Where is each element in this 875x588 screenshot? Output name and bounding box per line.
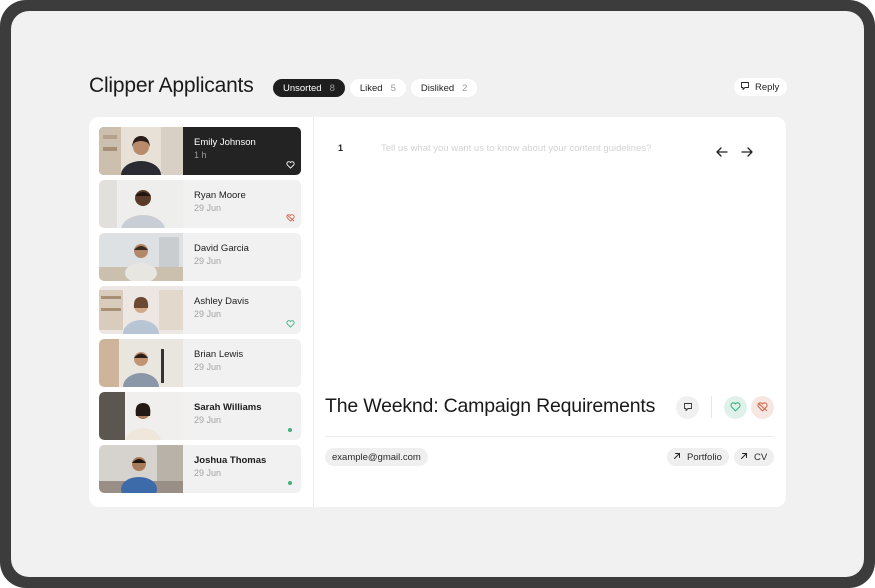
device-frame: Clipper Applicants Unsorted 8 Liked 5 Di… [0, 0, 875, 588]
applicant-list: Emily Johnson 1 h Ryan Moore 29 Jun Davi… [99, 127, 301, 498]
tab-label: Unsorted [283, 82, 322, 94]
applicant-date: 29 Jun [194, 468, 222, 478]
applicant-date: 29 Jun [194, 256, 222, 266]
applicant-item-david-garcia[interactable]: David Garcia 29 Jun [99, 233, 301, 281]
applicant-video-thumbnail [99, 286, 183, 334]
filter-tabs: Unsorted 8 Liked 5 Disliked 2 [273, 79, 478, 97]
applicant-item-emily-johnson[interactable]: Emily Johnson 1 h [99, 127, 301, 175]
heart-icon [730, 399, 741, 417]
email-chip[interactable]: example@gmail.com [325, 448, 428, 466]
reply-label: Reply [755, 81, 780, 93]
dislike-button[interactable] [751, 396, 774, 419]
heart-broken-icon [757, 399, 768, 417]
question-number: 1 [338, 143, 344, 153]
portfolio-label: Portfolio [687, 451, 722, 463]
applicant-name: Ashley Davis [194, 296, 249, 307]
tab-count: 2 [462, 82, 468, 94]
applicant-video-thumbnail [99, 180, 183, 228]
arrow-right-icon[interactable] [740, 145, 754, 157]
unread-dot-icon [285, 478, 295, 488]
applicant-item-ryan-moore[interactable]: Ryan Moore 29 Jun [99, 180, 301, 228]
tab-label: Disliked [420, 82, 455, 94]
tab-disliked[interactable]: Disliked 2 [410, 79, 478, 97]
arrow-up-right-icon [740, 452, 748, 463]
reply-button[interactable]: Reply [734, 78, 788, 96]
applicant-video-thumbnail [99, 445, 183, 493]
comment-icon [740, 81, 750, 94]
applicant-video-thumbnail [99, 392, 183, 440]
heart-outline-icon[interactable] [285, 160, 295, 170]
applicant-name: Sarah Williams [194, 402, 262, 413]
applicant-item-ashley-davis[interactable]: Ashley Davis 29 Jun [99, 286, 301, 334]
tab-label: Liked [359, 82, 383, 94]
applicant-date: 29 Jun [194, 362, 222, 372]
applicant-item-joshua-thomas[interactable]: Joshua Thomas 29 Jun [99, 445, 301, 493]
tab-unsorted[interactable]: Unsorted 8 [273, 79, 345, 97]
divider [313, 117, 314, 507]
tab-liked[interactable]: Liked 5 [349, 79, 406, 97]
page-title: Clipper Applicants [89, 74, 254, 97]
arrow-up-right-icon [673, 452, 681, 463]
cv-link[interactable]: CV [734, 448, 775, 466]
divider [711, 396, 712, 418]
comment-button[interactable] [676, 396, 699, 419]
applicant-video-thumbnail [99, 339, 183, 387]
applicant-name: Brian Lewis [194, 349, 244, 360]
tab-count: 5 [390, 82, 396, 94]
like-button[interactable] [724, 396, 747, 419]
campaign-title: The Weeknd: Campaign Requirements [325, 395, 656, 417]
applicant-name: Ryan Moore [194, 190, 246, 201]
applicant-video-thumbnail [99, 233, 183, 281]
tab-count: 8 [329, 82, 335, 94]
app-screen: Clipper Applicants Unsorted 8 Liked 5 Di… [11, 11, 864, 577]
cv-label: CV [754, 451, 768, 463]
comment-icon [683, 399, 693, 417]
applicant-name: Emily Johnson [194, 137, 256, 148]
applicant-date: 29 Jun [194, 415, 222, 425]
applicant-date: 29 Jun [194, 309, 222, 319]
heart-broken-icon[interactable] [285, 213, 295, 223]
applicant-video-thumbnail [99, 127, 183, 175]
divider [325, 436, 774, 437]
applicant-date: 29 Jun [194, 203, 222, 213]
applicant-name: Joshua Thomas [194, 455, 267, 466]
applicant-name: David Garcia [194, 243, 249, 254]
applicants-panel: Emily Johnson 1 h Ryan Moore 29 Jun Davi… [89, 117, 786, 507]
applicant-date: 1 h [194, 150, 207, 160]
heart-liked-icon[interactable] [285, 319, 295, 329]
arrow-left-icon[interactable] [715, 145, 729, 157]
unread-dot-icon [285, 425, 295, 435]
applicant-item-brian-lewis[interactable]: Brian Lewis 29 Jun [99, 339, 301, 387]
portfolio-link[interactable]: Portfolio [667, 448, 729, 466]
applicant-item-sarah-williams[interactable]: Sarah Williams 29 Jun [99, 392, 301, 440]
question-text: Tell us what you want us to know about y… [381, 143, 652, 154]
